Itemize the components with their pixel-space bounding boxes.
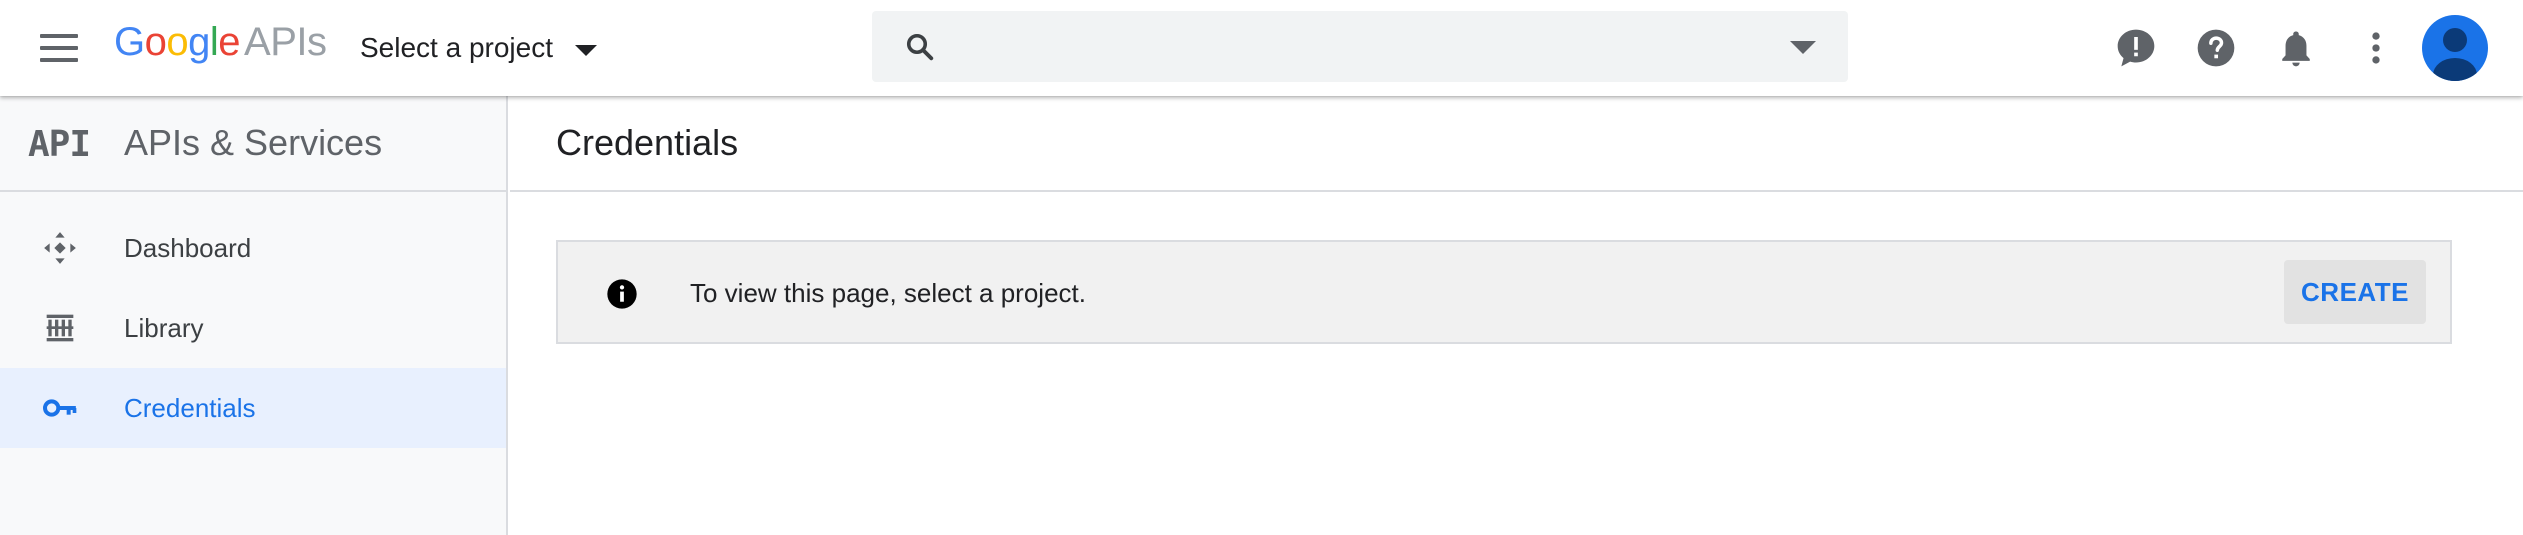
sidebar-header: API APIs & Services <box>0 96 506 192</box>
key-icon <box>43 399 77 417</box>
menu-icon[interactable] <box>34 22 86 74</box>
sidebar-item-credentials[interactable]: Credentials <box>0 368 506 448</box>
logo-letter: o <box>166 20 189 64</box>
google-apis-logo[interactable]: Google APIs <box>114 20 327 72</box>
sidebar-title[interactable]: APIs & Services <box>124 122 382 164</box>
search-dropdown-arrow-icon[interactable] <box>1790 41 1816 54</box>
dashboard-icon <box>44 232 76 264</box>
sidebar: API APIs & Services Dashboard Library Cr… <box>0 96 508 535</box>
search-bar[interactable] <box>872 11 1848 82</box>
notice-message: To view this page, select a project. <box>690 278 1086 308</box>
sidebar-item-label: Library <box>124 313 204 343</box>
logo-apis-text: APIs <box>244 20 327 64</box>
sidebar-item-label: Dashboard <box>124 233 252 263</box>
library-icon <box>46 314 74 342</box>
logo-letter: o <box>144 20 167 64</box>
page-title: Credentials <box>556 122 739 163</box>
sidebar-item-label: Credentials <box>124 393 256 423</box>
search-icon <box>906 33 934 61</box>
page-header: Credentials <box>510 96 2523 192</box>
logo-letter: e <box>218 20 241 64</box>
sidebar-item-dashboard[interactable]: Dashboard <box>0 208 506 288</box>
api-logo-icon: API <box>28 124 91 165</box>
logo-letter: l <box>209 20 219 64</box>
notifications-icon[interactable] <box>2274 26 2318 70</box>
project-selector[interactable]: Select a project <box>360 24 597 72</box>
select-project-notice: To view this page, select a project. CRE… <box>556 240 2452 344</box>
info-icon <box>607 279 637 309</box>
sidebar-item-library[interactable]: Library <box>0 288 506 368</box>
logo-letter: g <box>188 20 210 64</box>
create-project-button[interactable]: CREATE <box>2284 260 2426 324</box>
feedback-icon[interactable] <box>2114 26 2158 70</box>
logo-letter: G <box>114 20 145 64</box>
project-selector-label: Select a project <box>360 32 553 63</box>
top-app-bar: Google APIs Select a project <box>0 0 2523 96</box>
search-input[interactable] <box>956 25 1756 69</box>
help-icon[interactable] <box>2194 26 2238 70</box>
more-vert-icon[interactable] <box>2354 26 2398 70</box>
account-avatar-icon[interactable] <box>2422 15 2488 81</box>
chevron-down-icon <box>575 44 597 56</box>
